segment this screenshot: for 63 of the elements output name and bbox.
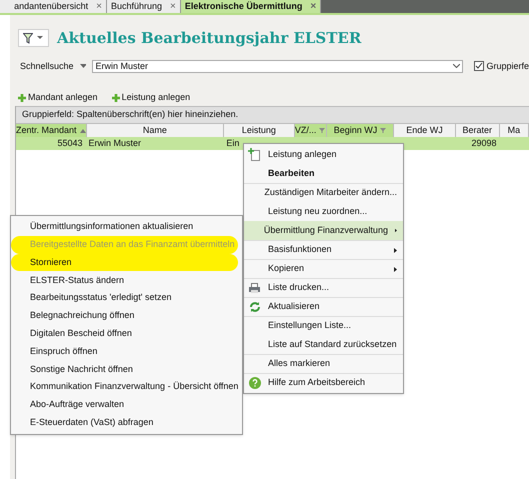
tab[interactable]: andantenübersicht × (0, 0, 107, 13)
filter-dropdown-button[interactable] (18, 29, 49, 48)
caret-icon (80, 64, 86, 68)
column-header[interactable]: Ma (500, 124, 529, 137)
plus-icon (112, 94, 120, 102)
close-icon[interactable]: × (310, 0, 316, 14)
menu-item[interactable]: Kopieren (244, 259, 403, 278)
filter-icon (319, 128, 326, 133)
submenu-arrow-icon (394, 228, 397, 233)
search-field[interactable]: Erwin Muster (92, 60, 464, 73)
tab[interactable]: Buchführung × (107, 0, 181, 13)
table-cell-text: 55043 (57, 136, 82, 150)
menu-item[interactable]: Einstellungen Liste... (244, 316, 403, 335)
menu-item[interactable]: ELSTER-Status ändern (11, 271, 238, 290)
search-label: Schnellsuche (20, 60, 75, 72)
column-header[interactable]: Beginn WJ (326, 124, 394, 137)
caret-icon (37, 36, 43, 40)
menu-item[interactable]: Sonstige Nachricht öffnen (11, 360, 238, 378)
menu-item[interactable]: Übermittlungsinformationen aktualisieren (11, 218, 238, 236)
checkbox-label: Gruppierfe (486, 60, 529, 73)
tab[interactable]: Elektronische Übermittlung × (180, 0, 322, 13)
menu-item[interactable]: Einspruch öffnen (11, 342, 238, 360)
menu-item[interactable]: Hilfe zum Arbeitsbereich (244, 373, 403, 392)
menu-item[interactable]: Übermittlung Finanzverwaltung (244, 221, 403, 240)
submenu-arrow-icon (394, 248, 397, 252)
menu-item[interactable]: Stornieren (11, 254, 238, 272)
menu-item[interactable]: Belegnachreichung öffnen (11, 306, 238, 325)
menu-item[interactable]: Basisfunktionen (244, 240, 403, 259)
column-header[interactable]: Name (86, 124, 224, 137)
submenu-arrow-icon (394, 266, 397, 272)
checkbox[interactable] (474, 61, 484, 72)
toolbar-button[interactable]: Mandant anlegen (18, 90, 98, 104)
menu-item[interactable]: Liste drucken... (244, 278, 403, 297)
column-header[interactable]: Leistung (224, 124, 295, 137)
toolbar-button[interactable]: Leistung anlegen (112, 90, 190, 104)
column-header[interactable]: Berater (456, 124, 500, 137)
menu-item[interactable]: E-Steuerdaten (VaSt) abfragen (11, 414, 238, 432)
menu-item[interactable]: Bearbeitungsstatus 'erledigt' setzen (11, 289, 238, 307)
menu-item[interactable]: Digitalen Bescheid öffnen (11, 324, 238, 343)
table-cell-text: Ein (226, 136, 240, 150)
menu-item[interactable]: Kommunikation Finanzverwaltung - Übersicht öffnen (11, 378, 238, 396)
menu-item[interactable]: Zuständigen Mitarbeiter ändern... (244, 183, 403, 202)
sort-ascending-icon (80, 128, 86, 132)
table-cell-text: 29098 (472, 136, 497, 150)
plus-icon (18, 94, 26, 102)
menu-item[interactable]: Aktualisieren (244, 297, 403, 316)
menu-item[interactable]: Abo-Aufträge verwalten (11, 396, 238, 414)
menu-item[interactable]: Alles markieren (244, 354, 403, 373)
menu-item[interactable]: Bearbeiten (244, 164, 403, 183)
filter-icon (380, 128, 386, 133)
page-title: Aktuelles Bearbeitungsjahr ELSTER (57, 28, 362, 49)
menu-item[interactable]: Leistung anlegen (244, 145, 403, 164)
filter-icon (23, 32, 33, 44)
column-header[interactable]: Ende WJ (394, 124, 456, 137)
close-icon[interactable]: × (96, 0, 102, 14)
group-panel: Gruppierfeld: Spaltenüberschrift(en) hier hineinziehen. (16, 106, 529, 124)
table-cell-text: Erwin Muster (88, 136, 142, 150)
menu-item[interactable]: Liste auf Standard zurücksetzen (244, 335, 403, 354)
column-header[interactable]: VZ/... (294, 124, 327, 137)
close-icon[interactable]: × (170, 0, 176, 14)
column-header[interactable]: Zentr. Mandant (16, 124, 87, 137)
menu-item[interactable]: Leistung neu zuordnen... (244, 202, 403, 221)
chevron-down-icon (453, 64, 460, 68)
